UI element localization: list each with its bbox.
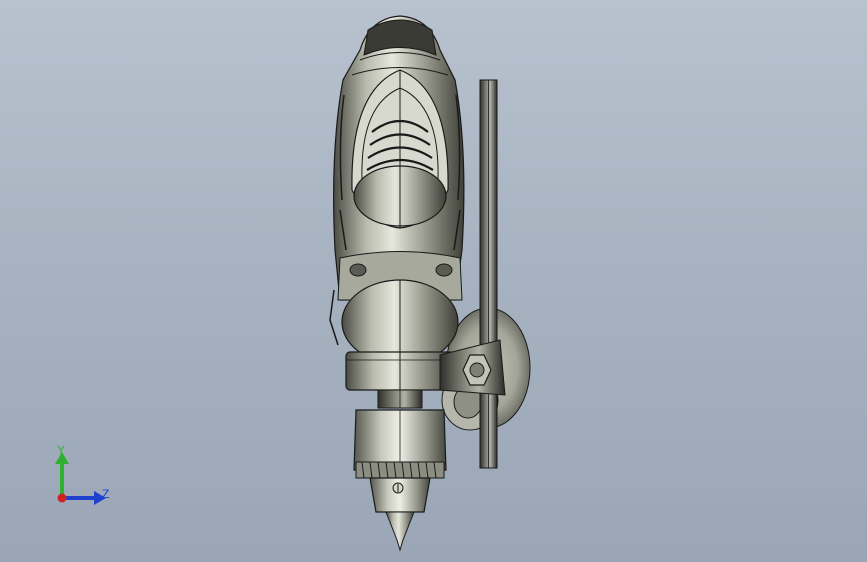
depth-rod <box>479 79 498 469</box>
triad-x-origin <box>57 493 67 503</box>
spindle <box>377 389 423 409</box>
drill-chuck <box>353 409 447 552</box>
graphics-viewport[interactable]: Y Z <box>0 0 867 562</box>
orientation-triad: Y Z <box>40 440 130 520</box>
drill-body <box>329 15 465 365</box>
triad-z-label: Z <box>102 487 109 501</box>
triad-y-label: Y <box>57 443 65 457</box>
drill-model[interactable] <box>0 0 867 562</box>
